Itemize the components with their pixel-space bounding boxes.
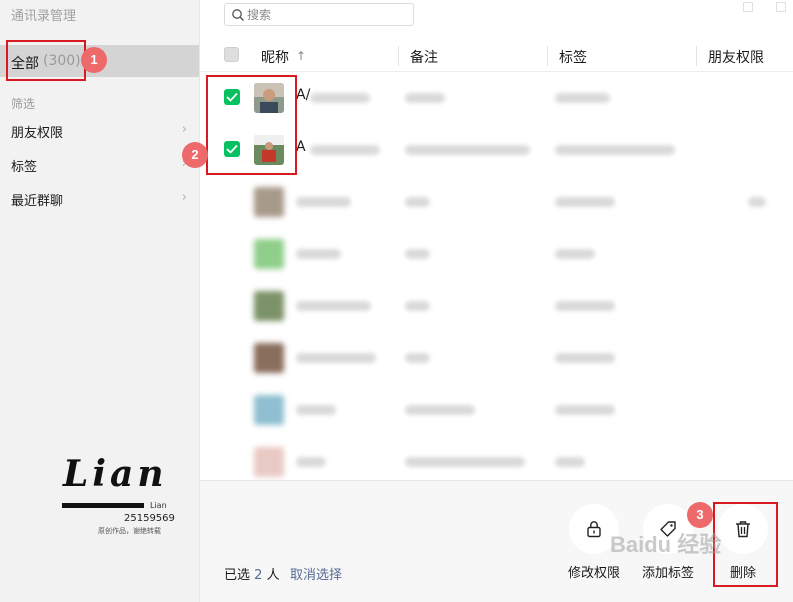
table-row[interactable] <box>200 384 793 436</box>
table-row[interactable] <box>200 332 793 384</box>
blurred-text <box>555 353 615 363</box>
blurred-text <box>405 197 430 207</box>
blurred-text <box>310 93 370 103</box>
blurred-text <box>296 301 371 311</box>
blurred-text <box>555 145 675 155</box>
annotation-badge: 1 <box>81 47 107 73</box>
annotation-box-rows <box>206 75 297 175</box>
contact-nickname: A/ <box>296 87 311 103</box>
search-icon <box>232 9 244 21</box>
watermark-caption: 原创作品，谢绝转载 <box>98 527 161 535</box>
watermark-number: 25159569 <box>124 513 175 524</box>
select-all-checkbox[interactable] <box>224 47 239 62</box>
blurred-text <box>555 405 615 415</box>
blurred-text <box>555 197 615 207</box>
column-nickname[interactable]: 昵称 <box>261 47 289 67</box>
baidu-watermark: Baidu 经验 <box>610 532 722 557</box>
annotation-badge: 2 <box>182 142 208 168</box>
sort-asc-icon[interactable]: ↑ <box>296 49 306 63</box>
lock-icon <box>587 521 601 538</box>
avatar <box>254 239 284 269</box>
sidebar-item-tags[interactable]: 标签 › <box>0 150 199 180</box>
chevron-right-icon: › <box>181 122 187 137</box>
window-close-button[interactable] <box>776 2 786 12</box>
column-divider <box>398 46 399 66</box>
sidebar-item-label: 最近群聊 <box>11 194 64 209</box>
blurred-text <box>405 353 430 363</box>
blurred-text <box>405 249 430 259</box>
contact-nickname: A <box>296 139 306 155</box>
annotation-box-delete <box>713 502 778 587</box>
blurred-text <box>310 145 380 155</box>
avatar <box>254 395 284 425</box>
blurred-text <box>296 457 326 467</box>
avatar <box>254 343 284 373</box>
watermark-bar <box>62 503 144 508</box>
avatar <box>254 291 284 321</box>
selection-summary: 已选 2 人 <box>224 564 280 583</box>
filter-heading: 筛选 <box>11 97 36 111</box>
table-row[interactable] <box>200 280 793 332</box>
blurred-text <box>748 197 766 207</box>
search-box[interactable] <box>224 3 414 26</box>
window-minimize-button[interactable] <box>743 2 753 12</box>
watermark-sub: Lian <box>150 501 167 510</box>
annotation-box-all <box>6 40 86 81</box>
sidebar-item-label: 标签 <box>11 160 38 175</box>
avatar <box>254 187 284 217</box>
watermark-logo: Lian Lian 25159569 原创作品，谢绝转载 <box>60 453 180 543</box>
blurred-text <box>296 249 341 259</box>
app-title: 通讯录管理 <box>11 9 77 24</box>
blurred-text <box>405 145 530 155</box>
table-row[interactable] <box>200 176 793 228</box>
search-input[interactable] <box>247 6 407 23</box>
avatar <box>254 447 284 477</box>
sidebar-item-recent-groups[interactable]: 最近群聊 › <box>0 184 199 214</box>
column-tags[interactable]: 标签 <box>559 47 587 67</box>
blurred-text <box>555 249 595 259</box>
blurred-text <box>405 93 445 103</box>
cancel-selection-link[interactable]: 取消选择 <box>290 564 342 583</box>
blurred-text <box>555 457 585 467</box>
blurred-text <box>405 405 475 415</box>
column-divider <box>547 46 548 66</box>
table-row[interactable] <box>200 436 793 480</box>
column-divider <box>696 46 697 66</box>
selection-count: 2 <box>254 568 263 583</box>
blurred-text <box>555 301 615 311</box>
selection-suffix: 人 <box>266 568 280 583</box>
blurred-text <box>405 301 430 311</box>
blurred-text <box>555 93 610 103</box>
watermark-logo-text: Lian <box>63 453 168 495</box>
sidebar-item-friend-permission[interactable]: 朋友权限 › <box>0 116 199 146</box>
table-header: 昵称 ↑ 备注 标签 朋友权限 <box>200 40 793 72</box>
chevron-right-icon: › <box>181 190 187 205</box>
sidebar: 通讯录管理 全部 (300) 筛选 朋友权限 › 标签 › 最近群聊 › Lia… <box>0 0 200 602</box>
annotation-badge: 3 <box>687 502 713 528</box>
column-friend-permission[interactable]: 朋友权限 <box>708 47 764 67</box>
column-remark[interactable]: 备注 <box>410 47 438 67</box>
blurred-text <box>405 457 525 467</box>
sidebar-item-label: 朋友权限 <box>11 126 64 141</box>
add-tag-label: 添加标签 <box>641 566 694 581</box>
modify-permission-label: 修改权限 <box>567 566 620 581</box>
table-row[interactable] <box>200 228 793 280</box>
blurred-text <box>296 197 351 207</box>
blurred-text <box>296 353 376 363</box>
selection-prefix: 已选 <box>224 568 251 583</box>
blurred-text <box>296 405 336 415</box>
